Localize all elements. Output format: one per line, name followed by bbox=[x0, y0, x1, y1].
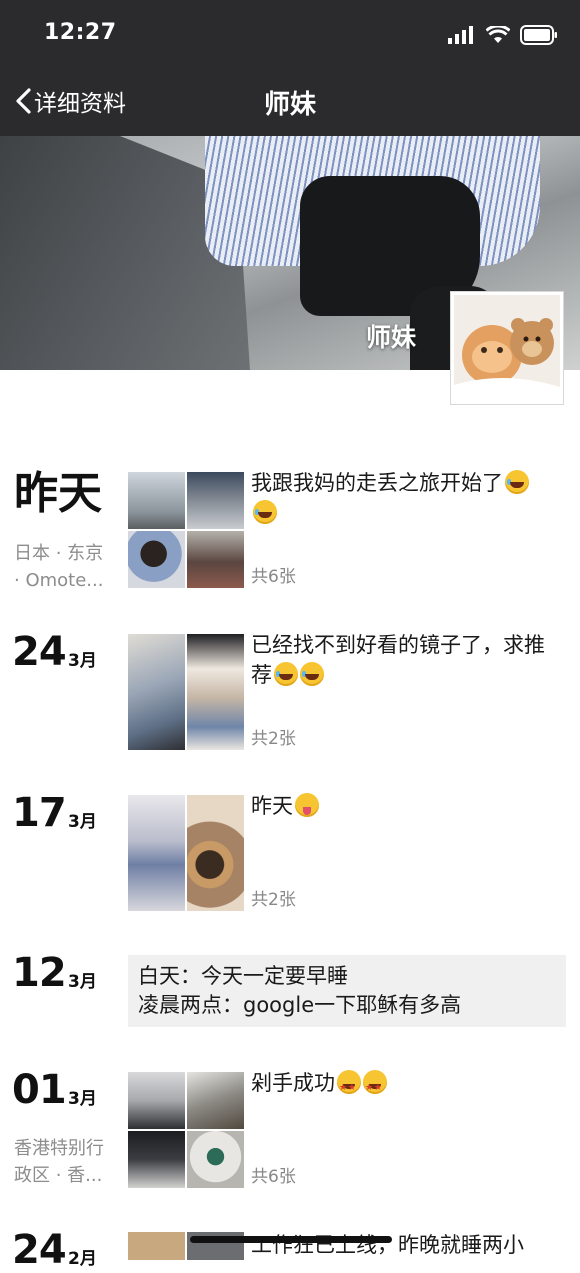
photo-thumb bbox=[187, 472, 244, 529]
page-title: 师妹 bbox=[263, 90, 316, 120]
photo-grid[interactable] bbox=[128, 1072, 244, 1188]
post-text-content: 昨天 bbox=[251, 794, 293, 818]
post-location: 日本 · 东京 · Omote... bbox=[14, 540, 118, 594]
post-text[interactable]: 昨天 bbox=[251, 791, 563, 821]
profile-name: 师妹 bbox=[365, 323, 416, 352]
post-text[interactable]: 已经找不到好看的镜子了，求推荐 bbox=[251, 630, 563, 690]
photo-thumb bbox=[187, 634, 244, 750]
post-month: 3月 bbox=[68, 972, 97, 992]
post-text[interactable]: 剁手成功 bbox=[251, 1068, 563, 1103]
post-day: 24 bbox=[12, 629, 67, 675]
post-text-content: 我跟我妈的走丢之旅开始了 bbox=[251, 471, 503, 495]
post-day: 12 bbox=[12, 950, 67, 996]
post-text-content: 剁手成功 bbox=[251, 1071, 335, 1095]
photo-thumb bbox=[128, 472, 185, 529]
photo-thumb bbox=[128, 531, 185, 588]
location-line: · Omote... bbox=[14, 570, 104, 591]
status-icons bbox=[448, 22, 558, 48]
text-line: 凌晨两点：google一下耶稣有多高 bbox=[138, 993, 462, 1017]
post-day: 17 bbox=[12, 790, 67, 836]
location-line: 香港特别行 bbox=[14, 1138, 104, 1159]
text-line: 白天：今天一定要早睡 bbox=[138, 964, 348, 988]
photo-thumb bbox=[187, 1072, 244, 1129]
post-month: 3月 bbox=[68, 651, 97, 671]
laughing-emoji-icon bbox=[274, 662, 298, 686]
wifi-icon bbox=[486, 26, 510, 43]
photo-thumb bbox=[128, 634, 185, 750]
laughing-emoji-icon bbox=[253, 500, 277, 524]
location-line: 政区 · 香... bbox=[14, 1165, 103, 1186]
laughing-emoji-icon bbox=[505, 470, 529, 494]
post-month: 3月 bbox=[68, 1089, 97, 1109]
laughing-emoji-icon bbox=[300, 662, 324, 686]
battery-icon bbox=[520, 25, 557, 45]
avatar[interactable] bbox=[450, 291, 564, 405]
post-day: 01 bbox=[12, 1067, 67, 1113]
star-struck-emoji-icon bbox=[337, 1070, 361, 1103]
post-date: 昨天 bbox=[14, 468, 102, 519]
post-location: 香港特别行 政区 · 香... bbox=[14, 1135, 118, 1189]
photo-thumb bbox=[187, 795, 244, 911]
photo-count: 共2张 bbox=[251, 729, 296, 749]
home-indicator[interactable] bbox=[190, 1236, 392, 1243]
photo-grid[interactable] bbox=[128, 795, 244, 911]
photo-count: 共6张 bbox=[251, 567, 296, 587]
post-month: 3月 bbox=[68, 812, 97, 832]
signal-icon bbox=[448, 26, 473, 44]
photo-thumb bbox=[187, 531, 244, 588]
tongue-emoji-icon bbox=[295, 793, 319, 817]
location-line: 日本 · 东京 bbox=[14, 543, 104, 564]
text-post-box[interactable]: 白天：今天一定要早睡 凌晨两点：google一下耶稣有多高 bbox=[128, 955, 566, 1027]
photo-thumb bbox=[128, 1072, 185, 1129]
photo-count: 共6张 bbox=[251, 1167, 296, 1187]
status-time: 12:27 bbox=[44, 20, 117, 45]
post-month: 2月 bbox=[68, 1249, 97, 1269]
photo-count: 共2张 bbox=[251, 890, 296, 910]
star-struck-emoji-icon bbox=[363, 1070, 387, 1103]
photo-thumb bbox=[128, 1131, 185, 1188]
photo-thumb bbox=[128, 795, 185, 911]
photo-grid[interactable] bbox=[128, 472, 244, 588]
top-bar: 12:27 详细资料 师妹 bbox=[0, 0, 580, 136]
photo-thumb bbox=[187, 1131, 244, 1188]
photo-grid[interactable] bbox=[128, 634, 244, 750]
post-day: 24 bbox=[12, 1227, 67, 1273]
post-text[interactable]: 我跟我妈的走丢之旅开始了 bbox=[251, 468, 563, 528]
